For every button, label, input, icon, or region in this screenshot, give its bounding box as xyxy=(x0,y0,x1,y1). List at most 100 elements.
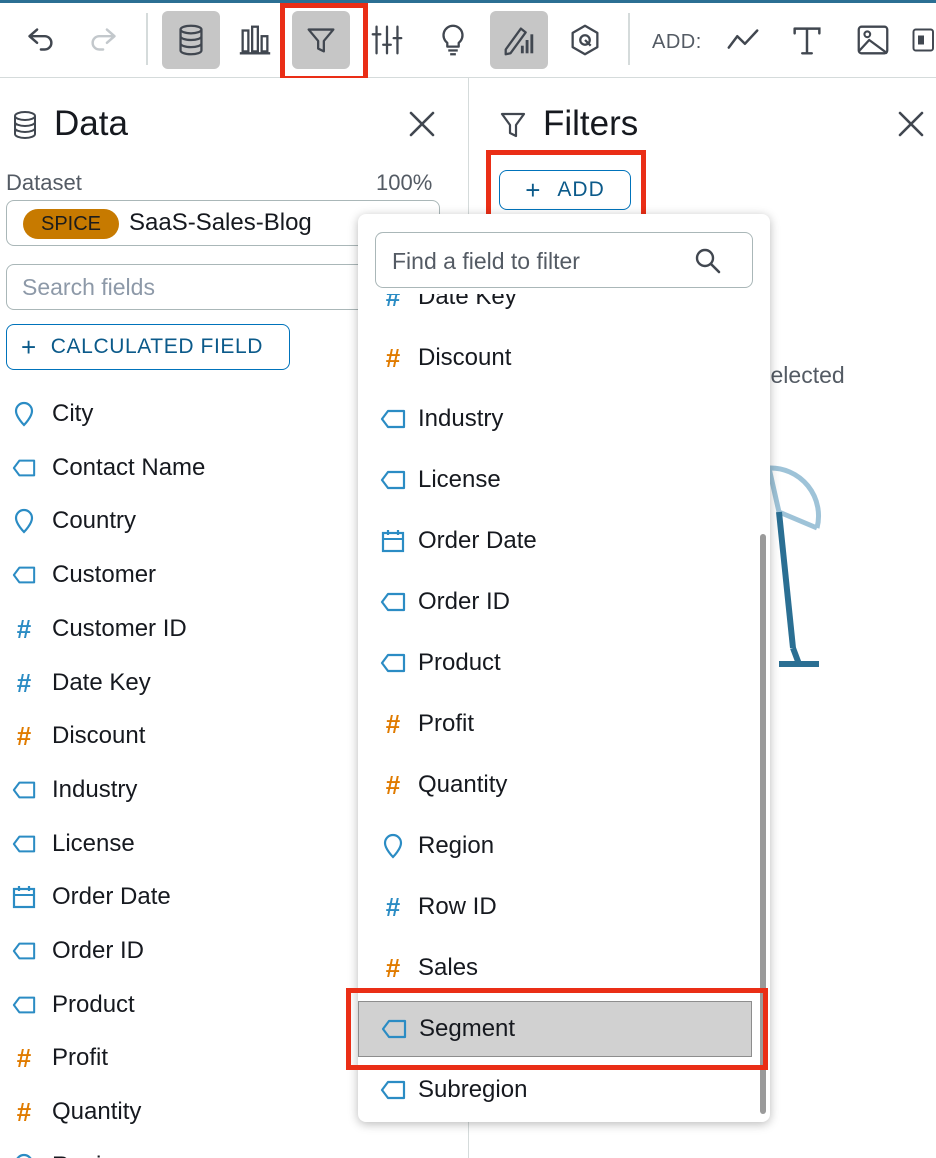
filter-field-option[interactable]: Order Date xyxy=(358,513,754,569)
field-item[interactable]: Order ID xyxy=(0,931,144,971)
field-item[interactable]: License xyxy=(0,824,135,864)
field-label: Contact Name xyxy=(52,453,206,481)
filter-field-option[interactable]: Industry xyxy=(358,391,754,447)
format-visual-button[interactable] xyxy=(490,11,548,69)
field-type-icon xyxy=(12,1153,36,1158)
tag-icon xyxy=(380,592,406,612)
add-more-button[interactable] xyxy=(906,11,936,69)
filter-field-option[interactable]: License xyxy=(358,452,754,508)
add-calculated-field-button[interactable]: + CALCULATED FIELD xyxy=(6,324,290,370)
field-item[interactable]: Product xyxy=(0,985,135,1025)
number-icon: # xyxy=(385,294,401,312)
field-item[interactable]: Order Date xyxy=(0,877,171,917)
field-type-icon: # xyxy=(380,894,406,920)
field-type-icon xyxy=(380,467,406,493)
option-label: Region xyxy=(418,832,495,859)
field-item[interactable]: City xyxy=(0,394,93,434)
field-type-icon xyxy=(380,650,406,676)
find-field-search[interactable] xyxy=(375,232,753,288)
field-item[interactable]: Contact Name xyxy=(0,448,205,488)
redo-button[interactable] xyxy=(76,11,134,69)
field-item[interactable]: # Discount xyxy=(0,716,146,756)
field-label: Quantity xyxy=(52,1098,142,1126)
filter-field-option[interactable]: # Quantity xyxy=(358,757,754,813)
option-label: License xyxy=(418,466,501,493)
number-icon: # xyxy=(16,613,32,644)
field-label: Customer ID xyxy=(52,614,187,642)
filter-field-option[interactable]: # Row ID xyxy=(358,879,754,935)
field-label: Country xyxy=(52,507,137,535)
close-data-panel-button[interactable] xyxy=(408,108,436,144)
field-type-icon: # xyxy=(380,294,406,310)
number-icon: # xyxy=(16,1097,32,1128)
field-label: Region xyxy=(52,1152,128,1158)
field-item[interactable]: Region xyxy=(0,1146,128,1158)
tag-icon xyxy=(380,470,406,490)
themes-button[interactable] xyxy=(556,11,614,69)
undo-icon xyxy=(28,28,53,51)
insights-button[interactable] xyxy=(424,11,482,69)
visual-types-icon xyxy=(239,25,271,55)
field-label: Order ID xyxy=(52,937,145,964)
visualize-button[interactable] xyxy=(226,11,284,69)
field-type-icon: # xyxy=(12,723,36,749)
filter-field-option[interactable]: Order ID xyxy=(358,574,754,630)
field-label: Customer xyxy=(52,561,157,589)
find-field-input[interactable] xyxy=(390,245,694,277)
option-label: Discount xyxy=(418,344,512,371)
database-icon xyxy=(14,111,36,139)
number-icon: # xyxy=(385,953,401,983)
dataset-label: Dataset xyxy=(6,170,82,195)
field-item[interactable]: # Customer ID xyxy=(0,609,187,649)
data-button[interactable] xyxy=(162,11,220,69)
tag-icon xyxy=(12,835,36,852)
field-label: Discount xyxy=(52,722,146,750)
tag-icon xyxy=(12,942,36,960)
tag-icon xyxy=(380,653,406,673)
add-line-chart-button[interactable] xyxy=(714,11,772,69)
field-type-icon: # xyxy=(380,955,406,981)
filter-field-option[interactable]: Product xyxy=(358,635,754,691)
line-chart-icon xyxy=(727,29,759,49)
field-type-icon: # xyxy=(380,345,406,371)
filter-icon xyxy=(500,112,526,138)
filter-field-option[interactable]: # Discount xyxy=(358,330,754,386)
field-item[interactable]: # Date Key xyxy=(0,663,151,703)
field-type-icon xyxy=(12,832,36,856)
add-text-box-button[interactable] xyxy=(778,11,836,69)
undo-button[interactable] xyxy=(10,11,68,69)
calculated-field-label: CALCULATED FIELD xyxy=(50,335,264,358)
field-item[interactable]: # Quantity xyxy=(0,1092,142,1132)
data-panel-title: Data xyxy=(54,104,128,143)
filter-field-option[interactable]: Region xyxy=(358,818,754,874)
add-visual-label: ADD: xyxy=(652,31,702,53)
field-item[interactable]: Customer xyxy=(0,555,156,595)
field-type-icon xyxy=(380,528,406,554)
add-image-button[interactable] xyxy=(844,11,902,69)
number-icon: # xyxy=(16,667,32,698)
field-item[interactable]: Country xyxy=(0,501,136,541)
location-pin-icon xyxy=(16,1153,32,1158)
dataset-percent: 100% xyxy=(376,170,433,195)
location-pin-icon xyxy=(383,833,403,859)
number-icon: # xyxy=(385,770,401,800)
field-type-icon: # xyxy=(12,1045,36,1071)
close-filters-panel-button[interactable] xyxy=(897,108,925,144)
option-label: Row ID xyxy=(418,893,497,920)
insights-icon xyxy=(442,24,464,56)
themes-icon xyxy=(571,24,599,56)
option-label: Order Date xyxy=(418,527,537,554)
field-item[interactable]: Industry xyxy=(0,770,137,810)
filter-field-option[interactable]: Subregion xyxy=(358,1062,754,1118)
more-icon xyxy=(912,28,934,52)
field-item[interactable]: # Profit xyxy=(0,1038,108,1078)
field-type-icon xyxy=(380,833,406,859)
field-type-icon xyxy=(12,885,36,909)
tag-icon xyxy=(380,409,406,429)
filter-field-option[interactable]: # Profit xyxy=(358,696,754,752)
field-type-icon xyxy=(380,406,406,432)
option-label: Profit xyxy=(418,710,475,737)
text-box-icon xyxy=(793,27,821,55)
filter-field-option[interactable]: # Date Key xyxy=(358,294,754,325)
parameters-icon xyxy=(371,25,403,55)
